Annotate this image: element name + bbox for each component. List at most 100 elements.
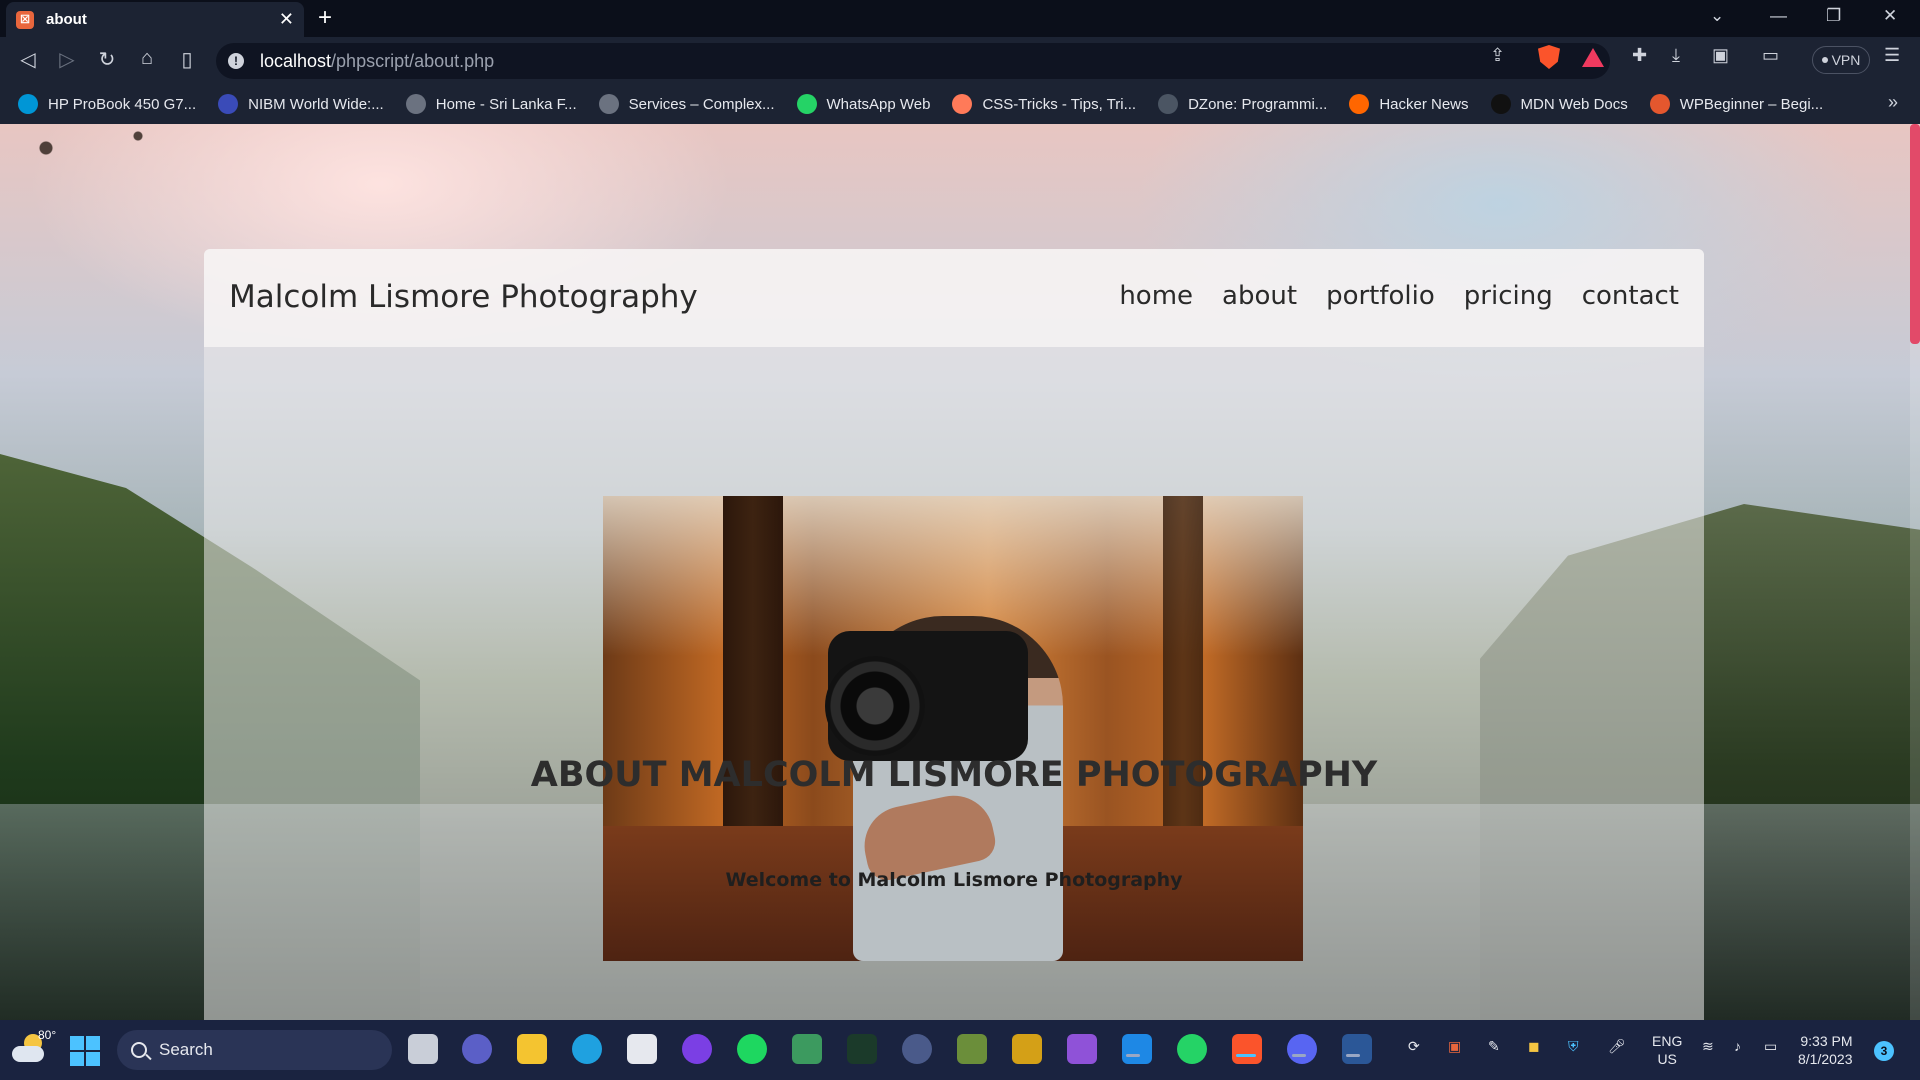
spotify-icon[interactable] xyxy=(737,1034,767,1064)
wifi-icon[interactable]: ≋ xyxy=(1702,1038,1714,1055)
bookmark-label: HP ProBook 450 G7... xyxy=(48,95,197,113)
minimize-window-icon[interactable]: — xyxy=(1770,6,1787,26)
site-info-icon[interactable]: ! xyxy=(228,53,244,69)
vscode-icon[interactable] xyxy=(1122,1034,1152,1064)
extensions-icon[interactable]: ✚ xyxy=(1632,45,1647,66)
bookmark-item[interactable]: MDN Web Docs xyxy=(1490,94,1628,114)
mic-tray-icon[interactable]: ✎ xyxy=(1488,1038,1500,1055)
vpn-button[interactable]: VPN xyxy=(1812,46,1870,74)
menu-icon[interactable]: ☰ xyxy=(1884,45,1900,66)
browser-tab-active[interactable]: ☒ about ✕ xyxy=(6,2,304,37)
bookmark-item[interactable]: Services – Complex... xyxy=(598,94,775,114)
address-bar[interactable]: ! localhost/phpscript/about.php xyxy=(216,43,1610,79)
sync-tray-icon[interactable]: ⟳ xyxy=(1408,1038,1420,1055)
system-clock[interactable]: 9:33 PM 8/1/2023 xyxy=(1798,1032,1853,1068)
site-brand[interactable]: Malcolm Lismore Photography xyxy=(229,279,698,315)
brave-taskbar-icon[interactable] xyxy=(1232,1034,1262,1064)
language-region: US xyxy=(1657,1051,1677,1067)
brave-rewards-icon[interactable] xyxy=(1582,48,1604,67)
about-heading: ABOUT MALCOLM LISMORE PHOTOGRAPHY xyxy=(530,755,1378,795)
url-host: localhost xyxy=(260,50,332,71)
bookmark-label: NIBM World Wide:... xyxy=(248,95,384,113)
nav-link-about[interactable]: about xyxy=(1222,281,1297,311)
bookmark-item[interactable]: DZone: Programmi... xyxy=(1158,94,1327,114)
terminal-app-icon[interactable] xyxy=(847,1034,877,1064)
paint-app-icon[interactable] xyxy=(1012,1034,1042,1064)
minecraft-icon[interactable] xyxy=(957,1034,987,1064)
scrollbar-thumb[interactable] xyxy=(1910,124,1920,344)
close-tab-icon[interactable]: ✕ xyxy=(279,9,294,30)
taskbar-search-label: Search xyxy=(159,1040,213,1059)
wallet-icon[interactable]: ▭ xyxy=(1762,45,1779,66)
battery-icon[interactable]: ▭ xyxy=(1764,1038,1777,1055)
github-desktop-icon[interactable] xyxy=(682,1034,712,1064)
new-tab-button[interactable]: + xyxy=(318,4,332,32)
downloads-icon[interactable]: ⤓ xyxy=(1672,45,1680,66)
discord-running-indicator xyxy=(1292,1054,1306,1057)
color-app-tray-icon[interactable]: ◼ xyxy=(1528,1038,1540,1055)
search-icon xyxy=(131,1042,147,1058)
share-icon[interactable]: ⇪ xyxy=(1490,45,1505,66)
microsoft-store-icon[interactable] xyxy=(627,1034,657,1064)
bookmarks-overflow-icon[interactable]: » xyxy=(1888,92,1898,113)
file-explorer-icon[interactable] xyxy=(517,1034,547,1064)
address-url[interactable]: localhost/phpscript/about.php xyxy=(260,51,494,72)
app-circle-icon[interactable] xyxy=(902,1034,932,1064)
bookmark-label: MDN Web Docs xyxy=(1520,95,1628,113)
windows-start-icon[interactable] xyxy=(70,1036,100,1066)
nav-link-portfolio[interactable]: portfolio xyxy=(1326,281,1435,311)
bookmark-label: Hacker News xyxy=(1379,95,1469,113)
content-card: Malcolm Lismore Photography home about por… xyxy=(204,249,1704,1020)
notification-badge[interactable]: 3 xyxy=(1874,1041,1894,1061)
home-icon[interactable]: ⌂ xyxy=(134,47,160,70)
teams-chat-icon[interactable] xyxy=(462,1034,492,1064)
site-nav: home about portfolio pricing contact xyxy=(1119,281,1679,311)
bookmark-item[interactable]: NIBM World Wide:... xyxy=(218,94,384,114)
weather-temperature: 80° xyxy=(38,1028,57,1042)
language-indicator[interactable]: ENG US xyxy=(1652,1032,1682,1068)
volume-icon[interactable]: ♪ xyxy=(1734,1038,1741,1054)
bookmark-label: Home - Sri Lanka F... xyxy=(435,95,577,113)
nav-link-home[interactable]: home xyxy=(1119,281,1193,311)
nav-link-pricing[interactable]: pricing xyxy=(1464,281,1553,311)
tab-title: about xyxy=(46,11,87,28)
microphone-tray-icon[interactable]: 🎤︎ xyxy=(1608,1038,1626,1055)
url-path: /phpscript/about.php xyxy=(331,50,495,71)
back-icon[interactable]: ◁ xyxy=(15,47,41,72)
nav-link-contact[interactable]: contact xyxy=(1582,281,1679,311)
xampp-tray-icon[interactable]: ▣ xyxy=(1448,1038,1461,1055)
restore-window-icon[interactable]: ❐ xyxy=(1826,6,1841,26)
wpbeginner-icon xyxy=(1649,94,1670,114)
bookmark-item[interactable]: Hacker News xyxy=(1349,94,1469,114)
reload-icon[interactable]: ↻ xyxy=(94,47,120,72)
task-view-icon[interactable] xyxy=(408,1034,438,1064)
bookmark-item[interactable]: CSS-Tricks - Tips, Tri... xyxy=(952,94,1136,114)
windows-taskbar: 80° Search ⟳ ▣ ✎ ◼ ⛨ 🎤︎ ENG US ≋ ♪ ▭ 9:3… xyxy=(0,1020,1920,1080)
hero-photo xyxy=(603,496,1303,961)
xampp-favicon-icon: ☒ xyxy=(16,10,34,29)
security-tray-icon[interactable]: ⛨ xyxy=(1568,1038,1579,1055)
bookmark-item[interactable]: WPBeginner – Begi... xyxy=(1649,94,1824,114)
bookmark-icon[interactable]: ▯ xyxy=(174,47,200,72)
bookmark-label: DZone: Programmi... xyxy=(1188,95,1328,113)
game-app-icon[interactable] xyxy=(792,1034,822,1064)
site-header: Malcolm Lismore Photography home about por… xyxy=(204,249,1704,347)
edge-icon[interactable] xyxy=(572,1034,602,1064)
bookmark-label: Services – Complex... xyxy=(628,95,775,113)
close-window-icon[interactable]: ✕ xyxy=(1883,6,1897,26)
word-icon[interactable] xyxy=(1342,1034,1372,1064)
visual-studio-icon[interactable] xyxy=(1067,1034,1097,1064)
whatsapp-taskbar-icon[interactable] xyxy=(1177,1034,1207,1064)
discord-icon[interactable] xyxy=(1287,1034,1317,1064)
bookmark-item[interactable]: Home - Sri Lanka F... xyxy=(405,94,577,114)
weather-widget[interactable]: 80° xyxy=(10,1028,56,1068)
bookmark-item[interactable]: WhatsApp Web xyxy=(796,94,931,114)
bookmark-label: WhatsApp Web xyxy=(826,95,931,113)
sidebar-icon[interactable]: ▣ xyxy=(1712,45,1729,66)
taskbar-search[interactable]: Search xyxy=(117,1030,392,1070)
bookmark-item[interactable]: HP ProBook 450 G7... xyxy=(18,94,196,114)
tab-search-chevron-icon[interactable]: ⌄ xyxy=(1710,6,1724,26)
globe-icon xyxy=(598,94,619,114)
forward-icon[interactable]: ▷ xyxy=(54,47,80,72)
bookmark-label: WPBeginner – Begi... xyxy=(1679,95,1824,113)
